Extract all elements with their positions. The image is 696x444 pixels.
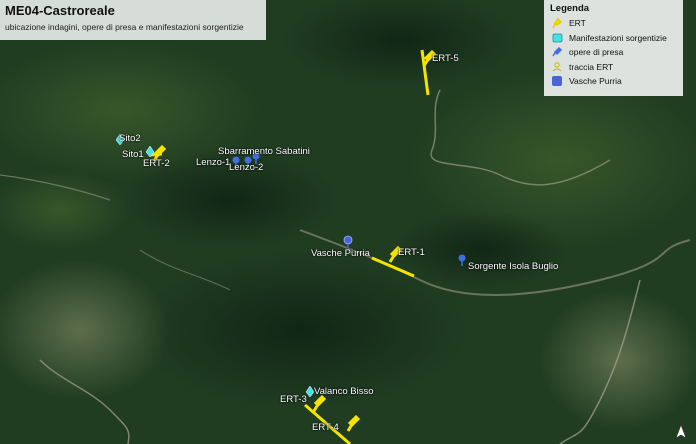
north-arrow-icon xyxy=(675,424,687,439)
ert-track-icon xyxy=(550,61,564,73)
legend-item-ert-track: traccia ERT xyxy=(550,60,677,75)
legend-item-springs: Manifestazioni sorgentizie xyxy=(550,31,677,46)
legend-label-ert-track: traccia ERT xyxy=(569,61,614,72)
label-sorgente-isola-buglio: Sorgente Isola Buglio xyxy=(468,261,559,272)
legend-title: Legenda xyxy=(550,3,590,14)
label-ert-4: ERT-4 xyxy=(312,422,339,433)
legend-item-vasche: Vasche Purria xyxy=(550,74,677,89)
label-vasche-purria: Vasche Purria xyxy=(311,248,370,259)
label-lenzo-2: Lenzo-2 xyxy=(229,162,264,173)
label-sbarramento-sabatini: Sbarramento Sabatini xyxy=(218,146,310,157)
blue-circle-icon xyxy=(550,75,564,87)
label-ert-2: ERT-2 xyxy=(143,158,170,169)
label-lenzo-1: Lenzo-1 xyxy=(196,157,231,168)
map-title-box: ME04-Castroreale ubicazione indagini, op… xyxy=(0,0,266,40)
legend-label-intake: opere di presa xyxy=(569,47,624,58)
label-sito2: Sito2 xyxy=(119,133,141,144)
legend-label-springs: Manifestazioni sorgentizie xyxy=(569,32,667,43)
legend-item-ert: ERT xyxy=(550,16,677,31)
map-title: ME04-Castroreale xyxy=(5,3,115,18)
yellow-pin-icon xyxy=(550,17,564,29)
label-sito1: Sito1 xyxy=(122,149,144,160)
legend-item-intake: opere di presa xyxy=(550,45,677,60)
map-subtitle: ubicazione indagini, opere di presa e ma… xyxy=(5,22,244,32)
label-valanco-bisso: Valanco Bisso xyxy=(314,386,374,397)
label-ert-5: ERT-5 xyxy=(432,53,459,64)
legend-label-ert: ERT xyxy=(569,18,586,29)
legend-label-vasche: Vasche Purria xyxy=(569,76,622,87)
cyan-square-icon xyxy=(550,32,564,44)
label-ert-3: ERT-3 xyxy=(280,394,307,405)
blue-pin-icon xyxy=(550,46,564,58)
label-ert-1: ERT-1 xyxy=(398,247,425,258)
legend: Legenda ERT Manifestazioni sorgentizie o… xyxy=(544,0,683,96)
